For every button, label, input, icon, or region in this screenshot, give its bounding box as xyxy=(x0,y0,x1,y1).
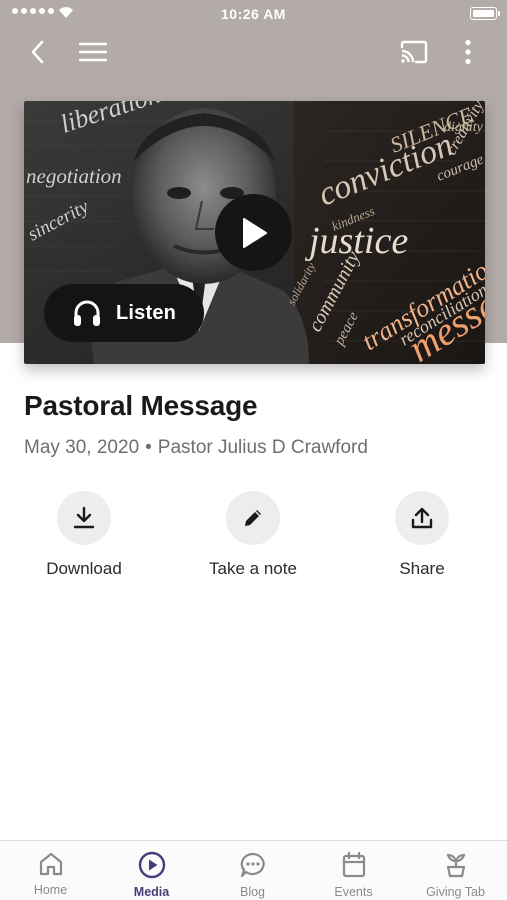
pencil-icon xyxy=(245,510,261,526)
listen-label: Listen xyxy=(116,301,177,324)
chat-bubble-icon xyxy=(240,852,265,878)
artwork-word: negotiation xyxy=(26,164,122,188)
cast-button[interactable] xyxy=(396,34,432,70)
tab-giving[interactable]: Giving Tab xyxy=(405,841,506,900)
menu-button[interactable] xyxy=(75,34,111,70)
home-icon xyxy=(39,852,62,876)
menu-icon xyxy=(79,42,107,62)
download-icon-circle xyxy=(57,491,111,545)
share-label: Share xyxy=(399,559,445,578)
tab-blog[interactable]: Blog xyxy=(202,841,303,900)
sermon-artwork: liberation negotiation sincerity convict… xyxy=(24,101,485,364)
pencil-icon-circle xyxy=(226,491,280,545)
back-chevron-icon xyxy=(31,40,44,64)
tab-events-label: Events xyxy=(334,885,373,899)
play-circle-icon xyxy=(138,851,165,879)
more-options-button[interactable] xyxy=(450,34,486,70)
play-icon xyxy=(242,217,267,248)
sermon-meta: May 30, 2020 • Pastor Julius D Crawford xyxy=(24,437,368,459)
meta-separator: • xyxy=(145,437,152,458)
back-button[interactable] xyxy=(20,34,56,70)
share-icon-circle xyxy=(395,491,449,545)
share-icon xyxy=(411,507,433,529)
listen-button[interactable]: Listen xyxy=(44,284,204,342)
download-icon xyxy=(73,506,95,529)
headphones-icon xyxy=(74,300,100,326)
cast-icon xyxy=(400,40,428,64)
status-time: 10:26 AM xyxy=(221,6,286,22)
tab-blog-label: Blog xyxy=(239,885,266,899)
tab-home[interactable]: Home xyxy=(0,841,101,900)
share-button[interactable]: Share xyxy=(347,491,497,579)
tab-bar: Home Media Blog Events Giving Tab xyxy=(0,840,507,900)
tab-home-label: Home xyxy=(33,883,68,897)
status-bar: 10:26 AM xyxy=(0,0,507,28)
download-label: Download xyxy=(46,559,122,578)
sermon-speaker: Pastor Julius D Crawford xyxy=(157,437,368,458)
take-note-label: Take a note xyxy=(209,559,297,578)
more-vertical-icon xyxy=(465,39,471,65)
play-button[interactable] xyxy=(215,194,292,271)
sermon-date: May 30, 2020 xyxy=(24,437,140,458)
tab-events[interactable]: Events xyxy=(303,841,404,900)
nav-bar xyxy=(0,30,507,74)
take-note-button[interactable]: Take a note xyxy=(178,491,328,579)
battery-icon xyxy=(470,7,500,20)
download-button[interactable]: Download xyxy=(9,491,159,579)
sermon-title: Pastoral Message xyxy=(24,390,258,421)
tab-giving-label: Giving Tab xyxy=(426,885,485,899)
tab-media[interactable]: Media xyxy=(101,841,202,900)
tab-media-label: Media xyxy=(133,885,170,899)
calendar-icon xyxy=(342,851,365,878)
plant-icon xyxy=(446,853,465,878)
